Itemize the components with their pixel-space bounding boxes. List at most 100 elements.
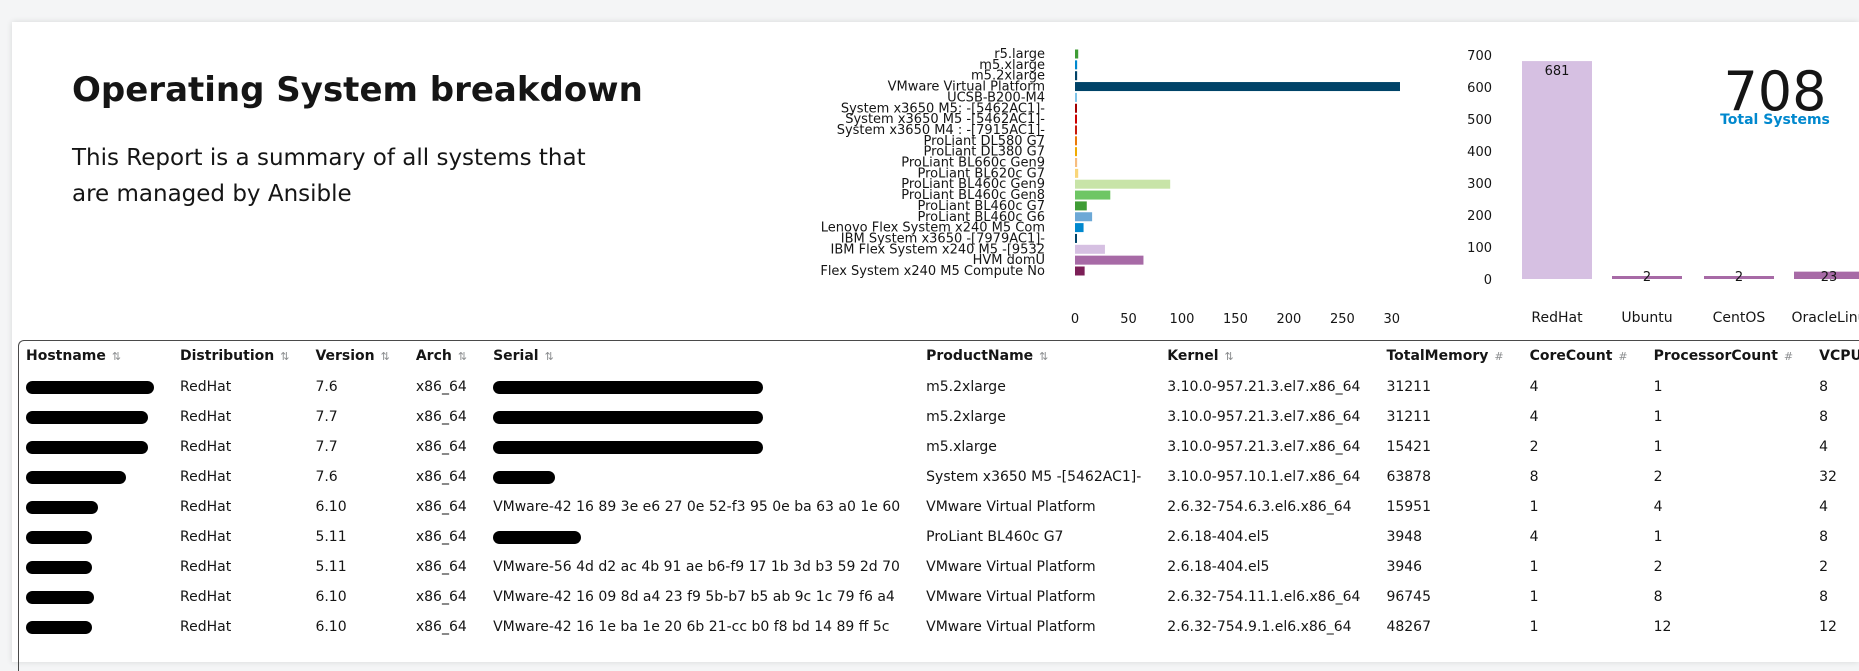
column-header-kernel[interactable]: Kernel ⇅ bbox=[1141, 340, 1360, 372]
table-cell-corecount: 8 bbox=[1504, 462, 1628, 492]
table-cell-kernel: 3.10.0-957.21.3.el7.x86_64 bbox=[1141, 432, 1360, 462]
redacted-hostname bbox=[26, 501, 98, 514]
table-cell-arch: x86_64 bbox=[390, 552, 467, 582]
table-cell-serial: VMware-42 16 89 3e e6 27 0e 52-f3 95 0e … bbox=[467, 492, 900, 522]
column-header-version[interactable]: Version ⇅ bbox=[289, 340, 389, 372]
table-cell-kernel: 3.10.0-957.10.1.el7.x86_64 bbox=[1141, 462, 1360, 492]
table-cell-processorcount: 4 bbox=[1628, 492, 1794, 522]
redacted-hostname bbox=[26, 411, 148, 424]
column-header-distribution[interactable]: Distribution ⇅ bbox=[154, 340, 289, 372]
vbar-bar[interactable] bbox=[1522, 61, 1592, 279]
table-row[interactable]: RedHat7.7x86_64m5.xlarge3.10.0-957.21.3.… bbox=[0, 432, 1859, 462]
column-header-label: Hostname bbox=[26, 348, 106, 364]
table-cell-version: 5.11 bbox=[289, 522, 389, 552]
table-cell-hostname bbox=[0, 612, 154, 642]
table-cell-productname: m5.2xlarge bbox=[900, 402, 1141, 432]
table-cell-distribution: RedHat bbox=[154, 432, 289, 462]
table-row[interactable]: RedHat6.10x86_64VMware-42 16 89 3e e6 27… bbox=[0, 492, 1859, 522]
distribution-bar-chart: 0100200300400500600700681RedHat2Ubuntu2C… bbox=[0, 0, 1859, 330]
table-cell-distribution: RedHat bbox=[154, 582, 289, 612]
table-cell-totalmemory: 48267 bbox=[1360, 612, 1503, 642]
table-cell-version: 7.6 bbox=[289, 372, 389, 402]
table-cell-corecount: 4 bbox=[1504, 372, 1628, 402]
column-header-label: Kernel bbox=[1167, 348, 1218, 364]
table-cell-distribution: RedHat bbox=[154, 612, 289, 642]
vbar-data-label: 2 bbox=[1735, 270, 1743, 285]
table-cell-productname: m5.xlarge bbox=[900, 432, 1141, 462]
table-cell-processorcount: 1 bbox=[1628, 432, 1794, 462]
sort-icon[interactable]: ⇅ bbox=[280, 350, 289, 363]
table-cell-hostname bbox=[0, 462, 154, 492]
table-cell-vcpuscount: 12 bbox=[1793, 612, 1859, 642]
table-cell-productname: VMware Virtual Platform bbox=[900, 582, 1141, 612]
table-cell-serial bbox=[467, 462, 900, 492]
column-header-label: Version bbox=[315, 348, 374, 364]
table-row[interactable]: RedHat7.6x86_64System x3650 M5 -[5462AC1… bbox=[0, 462, 1859, 492]
redacted-serial bbox=[493, 441, 763, 454]
sort-icon[interactable]: ⇅ bbox=[112, 350, 121, 363]
column-header-corecount[interactable]: CoreCount # bbox=[1504, 340, 1628, 372]
table-cell-version: 6.10 bbox=[289, 612, 389, 642]
column-header-hostname[interactable]: Hostname ⇅ bbox=[0, 340, 154, 372]
table-cell-version: 6.10 bbox=[289, 492, 389, 522]
column-header-label: ProductName bbox=[926, 348, 1033, 364]
table-row[interactable]: RedHat6.10x86_64VMware-42 16 1e ba 1e 20… bbox=[0, 612, 1859, 642]
table-cell-serial bbox=[467, 372, 900, 402]
table-cell-serial: VMware-56 4d d2 ac 4b 91 ae b6-f9 17 1b … bbox=[467, 552, 900, 582]
sort-icon[interactable]: # bbox=[1784, 350, 1793, 363]
column-header-productname[interactable]: ProductName ⇅ bbox=[900, 340, 1141, 372]
column-header-serial[interactable]: Serial⇅ bbox=[467, 340, 900, 372]
vbar-data-label: 23 bbox=[1821, 270, 1838, 285]
table-cell-processorcount: 8 bbox=[1628, 582, 1794, 612]
table-row[interactable]: RedHat6.10x86_64VMware-42 16 09 8d a4 23… bbox=[0, 582, 1859, 612]
sort-icon[interactable]: ⇅ bbox=[458, 350, 467, 363]
redacted-hostname bbox=[26, 441, 148, 454]
table-cell-productname: VMware Virtual Platform bbox=[900, 552, 1141, 582]
table-cell-vcpuscount: 8 bbox=[1793, 402, 1859, 432]
table-row[interactable]: RedHat7.6x86_64m5.2xlarge3.10.0-957.21.3… bbox=[0, 372, 1859, 402]
table-cell-version: 7.7 bbox=[289, 402, 389, 432]
sort-icon[interactable]: ⇅ bbox=[1225, 350, 1234, 363]
sort-icon[interactable]: # bbox=[1494, 350, 1503, 363]
table-cell-arch: x86_64 bbox=[390, 462, 467, 492]
table-cell-vcpuscount: 4 bbox=[1793, 492, 1859, 522]
vbar-category-label: OracleLinu bbox=[1792, 310, 1859, 326]
table-cell-serial bbox=[467, 402, 900, 432]
table-row[interactable]: RedHat5.11x86_64VMware-56 4d d2 ac 4b 91… bbox=[0, 552, 1859, 582]
table-cell-processorcount: 1 bbox=[1628, 522, 1794, 552]
vbar-y-tick: 300 bbox=[1467, 177, 1492, 192]
table-cell-version: 7.6 bbox=[289, 462, 389, 492]
table-header-row: Hostname⇅Distribution⇅Version⇅Arch⇅Seria… bbox=[0, 340, 1859, 372]
table-cell-serial bbox=[467, 432, 900, 462]
vbar-y-tick: 700 bbox=[1467, 49, 1492, 64]
table-cell-productname: ProLiant BL460c G7 bbox=[900, 522, 1141, 552]
table-cell-corecount: 1 bbox=[1504, 582, 1628, 612]
sort-icon[interactable]: ⇅ bbox=[381, 350, 390, 363]
table-cell-version: 6.10 bbox=[289, 582, 389, 612]
column-header-label: Distribution bbox=[180, 348, 274, 364]
table-cell-productname: m5.2xlarge bbox=[900, 372, 1141, 402]
sort-icon[interactable]: ⇅ bbox=[545, 350, 554, 363]
column-header-totalmemory[interactable]: TotalMemory# bbox=[1360, 340, 1503, 372]
sort-icon[interactable]: # bbox=[1618, 350, 1627, 363]
table-cell-kernel: 3.10.0-957.21.3.el7.x86_64 bbox=[1141, 402, 1360, 432]
table-cell-serial: VMware-42 16 09 8d a4 23 f9 5b-b7 b5 ab … bbox=[467, 582, 900, 612]
vbar-category-label: Ubuntu bbox=[1621, 310, 1672, 326]
vbar-y-tick: 600 bbox=[1467, 81, 1492, 96]
redacted-hostname bbox=[26, 561, 92, 574]
table-cell-kernel: 2.6.32-754.9.1.el6.x86_64 bbox=[1141, 612, 1360, 642]
column-header-arch[interactable]: Arch ⇅ bbox=[390, 340, 467, 372]
table-cell-vcpuscount: 8 bbox=[1793, 582, 1859, 612]
table-cell-kernel: 2.6.18-404.el5 bbox=[1141, 552, 1360, 582]
table-row[interactable]: RedHat5.11x86_64ProLiant BL460c G72.6.18… bbox=[0, 522, 1859, 552]
column-header-label: CoreCount bbox=[1530, 348, 1613, 364]
column-header-processorcount[interactable]: ProcessorCount# bbox=[1628, 340, 1794, 372]
column-header-label: Arch bbox=[416, 348, 452, 364]
table-cell-hostname bbox=[0, 582, 154, 612]
column-header-vcpuscount[interactable]: VCPUsCount bbox=[1793, 340, 1859, 372]
table-cell-vcpuscount: 4 bbox=[1793, 432, 1859, 462]
sort-icon[interactable]: ⇅ bbox=[1039, 350, 1048, 363]
table-row[interactable]: RedHat7.7x86_64m5.2xlarge3.10.0-957.21.3… bbox=[0, 402, 1859, 432]
table-cell-arch: x86_64 bbox=[390, 432, 467, 462]
redacted-hostname bbox=[26, 381, 154, 394]
